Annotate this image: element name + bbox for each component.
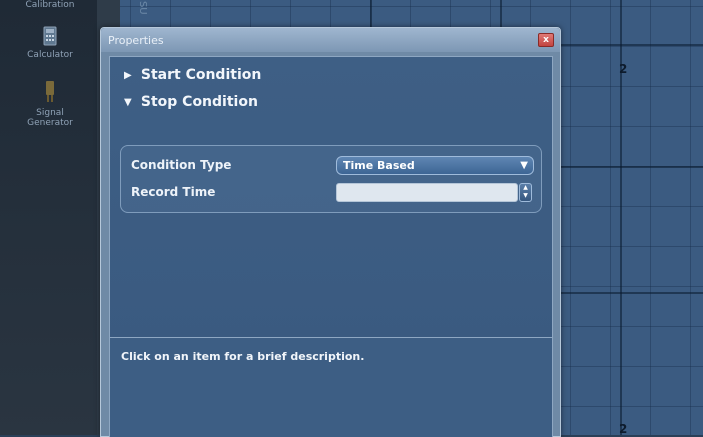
chevron-down-icon: ▼ — [520, 160, 528, 171]
record-time-spinner[interactable]: ▲ ▼ — [519, 183, 532, 202]
close-icon: x — [543, 35, 549, 45]
record-time-input[interactable] — [336, 183, 518, 202]
calculator-icon — [43, 26, 57, 46]
section-label: Start Condition — [140, 67, 262, 83]
section-stop-condition[interactable]: ▼ Stop Condition — [124, 94, 258, 110]
properties-dialog: Properties x ▶ Start Condition ▼ Stop Co… — [100, 27, 561, 437]
rotated-label: ISU — [137, 0, 148, 15]
section-start-condition[interactable]: ▶ Start Condition — [124, 67, 261, 83]
sidebar-tool-label: Calculator — [27, 50, 73, 60]
collapse-arrow-icon: ▼ — [124, 97, 132, 108]
sidebar-tool-calibration[interactable]: Calibration — [10, 0, 90, 10]
grid-axis-label: 2 — [619, 62, 628, 76]
section-label: Stop Condition — [140, 94, 258, 110]
record-time-label: Record Time — [131, 185, 216, 199]
condition-type-label: Condition Type — [131, 158, 232, 172]
expand-arrow-icon: ▶ — [124, 70, 132, 81]
sidebar-tool-label-line1: Signal — [36, 108, 64, 118]
property-panel: ▶ Start Condition ▼ Stop Condition Condi… — [109, 56, 553, 361]
description-panel: Click on an item for a brief description… — [109, 337, 553, 437]
grid-axis-label: 2 — [619, 422, 628, 435]
sidebar-tool-label-line2: Generator — [27, 118, 73, 128]
spin-down-icon[interactable]: ▼ — [520, 192, 531, 200]
condition-type-select[interactable]: Time Based ▼ — [336, 156, 534, 175]
signal-generator-icon — [46, 81, 54, 102]
spin-up-icon[interactable]: ▲ — [520, 184, 531, 192]
dialog-title: Properties — [108, 34, 164, 47]
close-button[interactable]: x — [538, 33, 554, 47]
description-text: Click on an item for a brief description… — [121, 350, 365, 363]
sidebar-tool-label: Calibration — [25, 0, 75, 10]
sidebar-tool-signal-generator[interactable]: Signal Generator — [10, 80, 90, 128]
dialog-titlebar[interactable]: Properties x — [101, 28, 560, 52]
tool-sidebar: Calibration Calculator Signal Generator — [0, 0, 97, 435]
condition-type-value: Time Based — [343, 159, 415, 172]
sidebar-tool-calculator[interactable]: Calculator — [10, 26, 90, 60]
stop-condition-group: Condition Type Time Based ▼ Record Time … — [120, 145, 542, 213]
